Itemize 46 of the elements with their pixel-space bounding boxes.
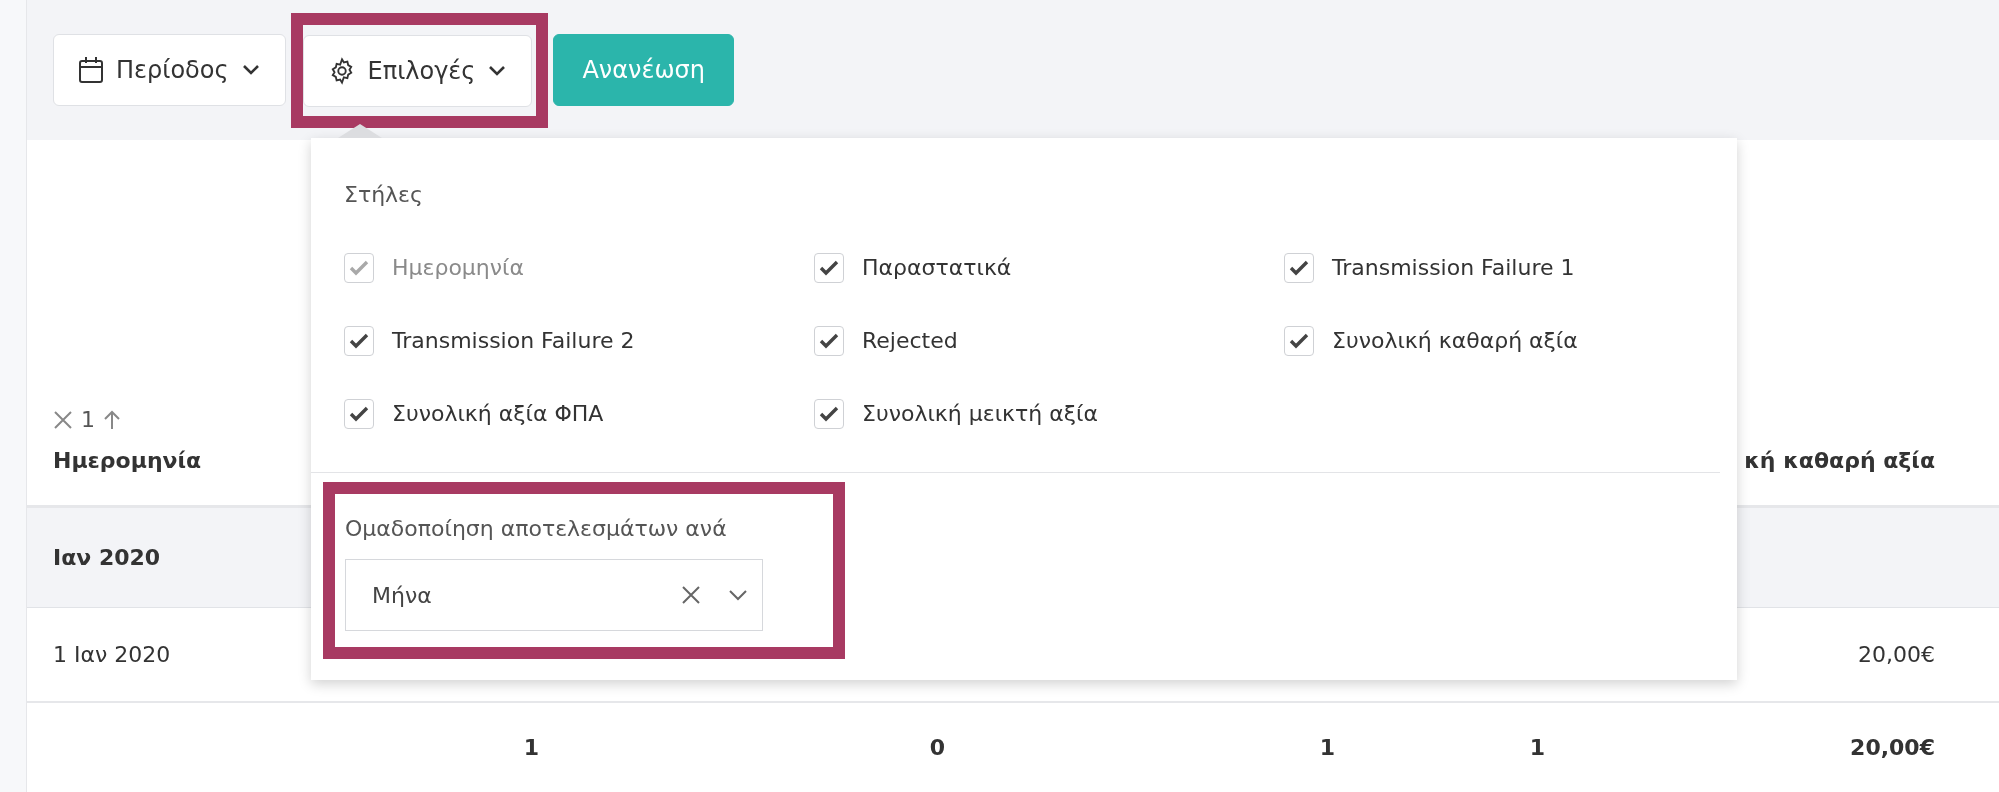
chevron-down-icon[interactable]	[728, 589, 748, 601]
chevron-down-icon	[487, 63, 508, 78]
total-cell: 1	[1529, 735, 1545, 760]
section-title: Στήλες	[344, 182, 423, 207]
close-icon[interactable]	[53, 409, 73, 430]
sort-order: 1	[81, 406, 95, 434]
checkbox-label: Transmission Failure 1	[1332, 254, 1575, 282]
check-icon	[819, 259, 839, 276]
checkbox[interactable]	[1284, 325, 1314, 356]
checkbox-label: Ημερομηνία	[392, 254, 525, 282]
checkbox[interactable]	[344, 398, 374, 429]
checkbox-label: Παραστατικά	[862, 254, 1012, 282]
chevron-down-icon	[240, 63, 261, 77]
total-cell: 0	[929, 735, 945, 760]
check-icon	[819, 405, 839, 422]
checkbox-label: Συνολική αξία ΦΠΑ	[392, 400, 604, 428]
calendar-icon	[78, 56, 104, 84]
checkbox[interactable]	[1284, 252, 1314, 283]
table-cell: 20,00€	[1858, 642, 1935, 667]
column-header[interactable]: Ημερομηνία	[53, 448, 202, 473]
checkbox-label: Συνολική καθαρή αξία	[1332, 327, 1578, 355]
checkbox-label: Rejected	[862, 327, 958, 355]
check-icon	[819, 332, 839, 349]
checkbox[interactable]	[344, 325, 374, 356]
checkbox[interactable]	[814, 252, 844, 283]
table-cell: 1 Ιαν 2020	[53, 642, 171, 667]
options-dropdown[interactable]: Επιλογές	[302, 34, 533, 107]
checkbox-label: Συνολική μεικτή αξία	[862, 400, 1098, 428]
checkbox[interactable]	[814, 325, 844, 356]
checkbox[interactable]	[814, 398, 844, 429]
total-cell: 1	[523, 735, 539, 760]
group-label: Ιαν 2020	[53, 545, 161, 570]
check-icon	[349, 259, 369, 276]
total-cell: 20,00€	[1850, 735, 1935, 760]
check-icon	[349, 332, 369, 349]
checkbox-label: Transmission Failure 2	[392, 327, 635, 355]
group-by-select[interactable]: Μήνα	[345, 559, 763, 631]
period-dropdown[interactable]: Περίοδος	[53, 34, 286, 106]
check-icon	[1289, 259, 1309, 276]
clear-icon[interactable]	[682, 586, 700, 604]
column-header[interactable]: κή καθαρή αξία	[1744, 448, 1935, 473]
arrow-up-icon[interactable]	[103, 409, 121, 430]
field-label: Ομαδοποίηση αποτελεσμάτων ανά	[345, 516, 727, 541]
check-icon	[349, 405, 369, 422]
total-cell: 1	[1319, 735, 1335, 760]
check-icon	[1289, 332, 1309, 349]
